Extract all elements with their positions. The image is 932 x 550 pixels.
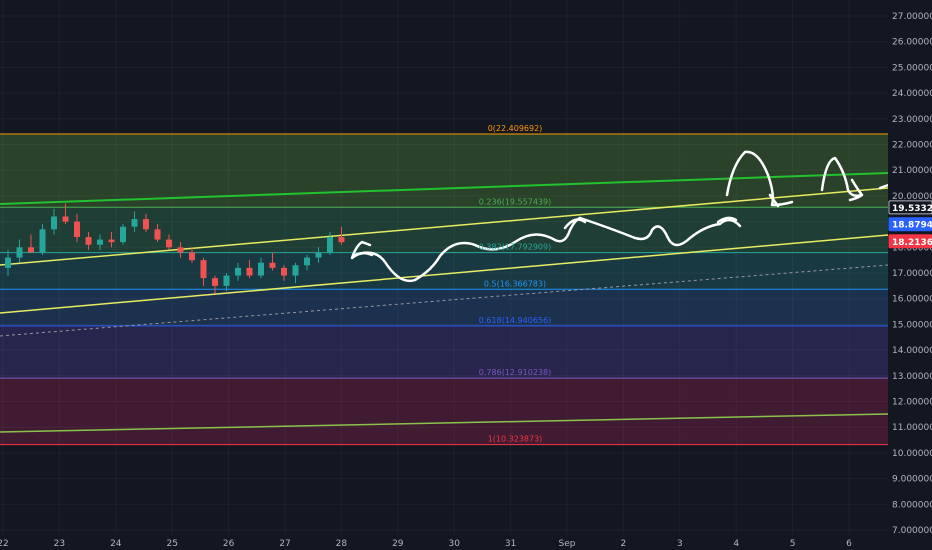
y-tick-label: 17.000000 <box>892 269 932 279</box>
fib-band <box>0 325 888 379</box>
candle[interactable] <box>28 247 34 253</box>
candle[interactable] <box>120 226 126 243</box>
candle[interactable] <box>5 257 11 268</box>
y-tick-label: 14.000000 <box>892 346 932 356</box>
y-tick-label: 15.000000 <box>892 320 932 330</box>
candle[interactable] <box>62 216 69 222</box>
candle[interactable] <box>189 252 195 261</box>
price-tag-label: 19.533207 <box>892 204 932 214</box>
fib-level-label: 0.236(19.557439) <box>479 197 551 206</box>
x-tick-label: 3 <box>677 539 683 549</box>
candle[interactable] <box>85 237 92 245</box>
candle[interactable] <box>177 247 184 253</box>
candle[interactable] <box>315 252 322 258</box>
x-tick-label: 30 <box>448 539 460 549</box>
y-tick-label: 26.000000 <box>892 38 932 48</box>
candle[interactable] <box>143 219 149 230</box>
x-tick-label: 25 <box>166 539 177 549</box>
fib-level-label: 1(10.323873) <box>488 435 543 444</box>
price-tag-label: 18.213601 <box>892 238 932 248</box>
candle[interactable] <box>258 262 264 276</box>
x-tick-label: 31 <box>505 539 516 549</box>
y-tick-label: 24.000000 <box>892 89 932 99</box>
time-axis-panel[interactable] <box>0 535 888 550</box>
fib-level-label: 0.618(14.940656) <box>479 316 551 325</box>
candle[interactable] <box>281 267 287 276</box>
candle[interactable] <box>235 267 241 276</box>
candle[interactable] <box>212 278 218 286</box>
x-tick-label: Sep <box>559 539 576 549</box>
candle[interactable] <box>292 265 299 276</box>
candle[interactable] <box>269 262 276 268</box>
y-tick-label: 11.000000 <box>892 423 932 433</box>
x-tick-label: 24 <box>110 539 122 549</box>
x-tick-label: 29 <box>392 539 404 549</box>
fib-level-label: 0.786(12.910238) <box>479 368 551 377</box>
candle[interactable] <box>97 239 103 245</box>
candle[interactable] <box>246 267 253 276</box>
y-tick-label: 10.000000 <box>892 449 932 459</box>
x-tick-label: 23 <box>54 539 65 549</box>
candle[interactable] <box>74 221 80 238</box>
x-tick-label: 28 <box>336 539 348 549</box>
y-tick-label: 27.000000 <box>892 12 932 22</box>
chart[interactable]: 0(22.409692) 0.236(19.557439) 0.382(17.792… <box>0 0 932 550</box>
candle[interactable] <box>166 239 172 248</box>
candle[interactable] <box>338 237 345 243</box>
candle[interactable] <box>200 260 207 279</box>
fib-band <box>0 378 888 445</box>
y-tick-label: 25.000000 <box>892 63 932 73</box>
fib-band <box>0 252 888 290</box>
fib-band <box>0 207 888 253</box>
candle[interactable] <box>327 237 333 253</box>
candle[interactable] <box>51 216 57 230</box>
x-tick-label: 4 <box>733 539 739 549</box>
y-tick-label: 8.000000 <box>892 500 932 510</box>
candle[interactable] <box>39 229 46 253</box>
candle[interactable] <box>154 229 161 240</box>
x-tick-label: 2 <box>621 539 627 549</box>
x-tick-label: 22 <box>0 539 9 549</box>
candle[interactable] <box>16 247 23 258</box>
y-tick-label: 7.000000 <box>892 526 932 536</box>
x-tick-label: 6 <box>846 539 852 549</box>
x-tick-label: 5 <box>790 539 796 549</box>
y-tick-label: 12.000000 <box>892 398 932 408</box>
candle[interactable] <box>304 257 310 266</box>
fib-level-label: 0(22.409692) <box>488 124 543 133</box>
y-tick-label: 23.000000 <box>892 115 932 125</box>
y-tick-label: 22.000000 <box>892 141 932 151</box>
y-tick-label: 21.000000 <box>892 166 932 176</box>
candle[interactable] <box>108 239 115 243</box>
fib-level-label: 0.5(16.366783) <box>484 279 546 288</box>
fib-band <box>0 289 888 326</box>
x-tick-label: 27 <box>279 539 290 549</box>
candle[interactable] <box>223 275 230 286</box>
y-tick-label: 13.000000 <box>892 372 932 382</box>
y-tick-label: 16.000000 <box>892 295 932 305</box>
price-tag-label: 18.879433 <box>892 221 932 231</box>
x-tick-label: 26 <box>223 539 235 549</box>
candle[interactable] <box>131 219 138 227</box>
fib-level-label: 0.382(17.792909) <box>479 243 551 252</box>
y-tick-label: 9.000000 <box>892 475 932 485</box>
